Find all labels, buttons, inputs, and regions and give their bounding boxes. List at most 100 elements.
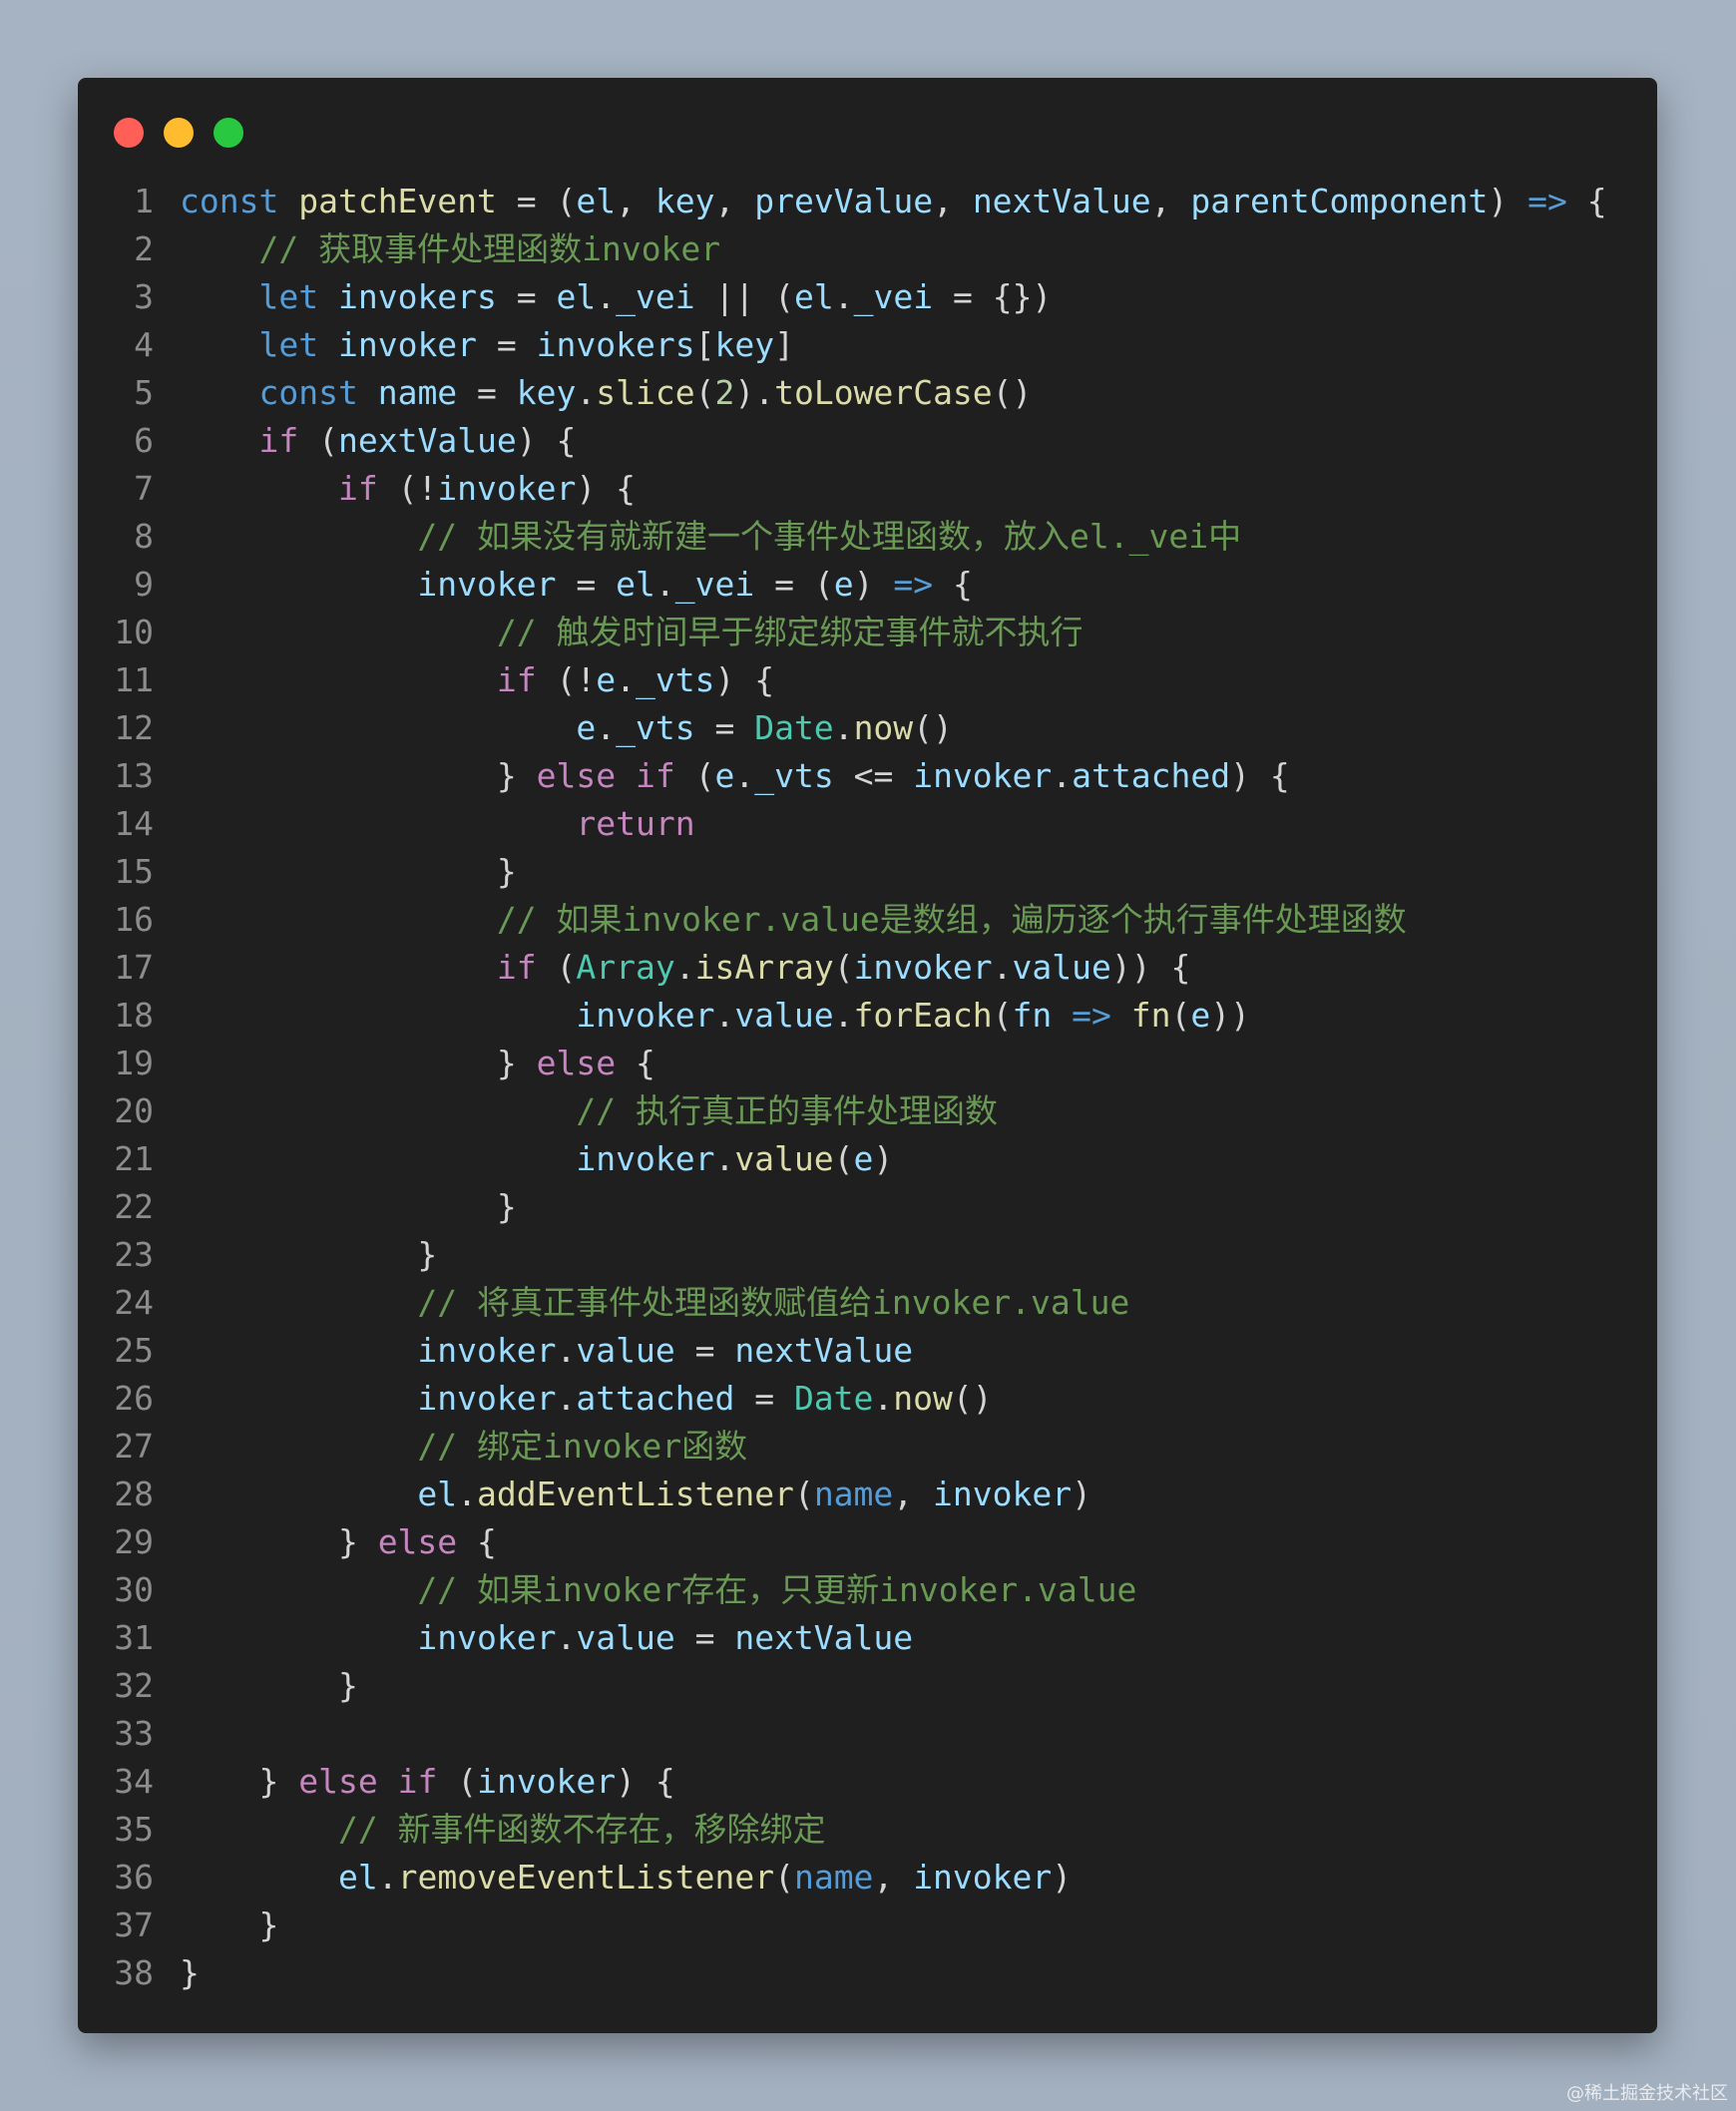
line-number: 11	[114, 660, 154, 699]
code-token: el	[616, 565, 655, 604]
code-token: .	[833, 996, 854, 1035]
code-token: e	[714, 756, 735, 795]
code-token: invokers	[337, 277, 497, 316]
code-token: el	[576, 182, 617, 220]
line-number: 16	[114, 900, 154, 939]
code-line: 36 el.removeEventListener(name, invoker)	[78, 1854, 1657, 1901]
code-token: const	[180, 182, 279, 220]
code-text: }	[180, 848, 517, 896]
close-icon[interactable]	[114, 118, 144, 148]
code-token: ()	[952, 1379, 993, 1418]
code-token: }	[180, 1762, 299, 1801]
minimize-icon[interactable]	[164, 118, 194, 148]
code-text: invoker.value = nextValue	[180, 1327, 913, 1375]
code-token: nextValue	[734, 1331, 914, 1370]
code-token: .	[833, 277, 854, 316]
code-line: 7 if (!invoker) {	[78, 465, 1657, 513]
code-token: {	[457, 1522, 497, 1561]
code-token: addEventListener	[477, 1475, 794, 1513]
code-token: )	[853, 565, 894, 604]
code-token: name	[377, 373, 458, 412]
code-token: invoker	[417, 565, 557, 604]
code-line: 27 // 绑定invoker函数	[78, 1423, 1657, 1471]
code-text: invoker.value = nextValue	[180, 1614, 913, 1662]
line-number: 32	[114, 1666, 154, 1705]
code-token: .	[714, 996, 735, 1035]
code-line: 34 } else if (invoker) {	[78, 1758, 1657, 1806]
code-comment: // 获取事件处理函数invoker	[258, 229, 721, 268]
code-token: el	[793, 277, 834, 316]
line-number: 1	[134, 182, 154, 220]
line-number: 21	[114, 1139, 154, 1178]
code-token: name	[793, 1858, 874, 1897]
code-token: ,	[873, 1858, 914, 1897]
line-number: 27	[114, 1427, 154, 1466]
code-token: (	[774, 1858, 794, 1897]
code-token: prevValue	[754, 182, 934, 220]
code-token: ,	[933, 182, 973, 220]
code-token: (	[298, 421, 338, 460]
code-token: .	[992, 948, 1013, 987]
line-number: 9	[134, 565, 154, 604]
code-token: else	[298, 1762, 378, 1801]
code-line: 35 // 新事件函数不存在，移除绑定	[78, 1806, 1657, 1854]
code-token: ) {	[576, 469, 636, 508]
code-token: )	[1072, 1475, 1091, 1513]
code-token: nextValue	[972, 182, 1151, 220]
code-token: .	[556, 1618, 577, 1657]
code-token: e	[1190, 996, 1211, 1035]
code-line: 10 // 触发时间早于绑定绑定事件就不执行	[78, 609, 1657, 656]
line-number: 38	[114, 1953, 154, 1992]
code-window: 1 const patchEvent = (el, key, prevValue,…	[78, 78, 1657, 2033]
code-token: = {})	[933, 277, 1053, 316]
line-number: 33	[114, 1714, 154, 1753]
code-token: }	[180, 1044, 537, 1082]
zoom-icon[interactable]	[214, 118, 243, 148]
code-token: value	[576, 1331, 675, 1370]
code-token: .	[734, 756, 755, 795]
code-token: value	[576, 1618, 675, 1657]
code-token: e	[853, 1139, 874, 1178]
code-token: )	[1488, 182, 1528, 220]
code-token: (	[694, 373, 715, 412]
code-token: }	[180, 1905, 279, 1944]
code-token: =	[674, 1331, 735, 1370]
code-token: }	[180, 1235, 438, 1274]
code-token: ).	[734, 373, 775, 412]
line-number: 30	[114, 1570, 154, 1609]
code-text: // 如果没有就新建一个事件处理函数，放入el._vei中	[180, 513, 1241, 561]
code-text: // 如果invoker.value是数组，遍历逐个执行事件处理函数	[180, 896, 1407, 944]
code-line: 21 invoker.value(e)	[78, 1135, 1657, 1183]
code-token: 2	[714, 373, 735, 412]
code-token: }	[180, 756, 537, 795]
code-token: }	[180, 1953, 200, 1992]
code-token: removeEventListener	[397, 1858, 775, 1897]
code-token: =>	[1072, 996, 1111, 1035]
code-token: =	[694, 708, 755, 747]
code-token: toLowerCase	[774, 373, 993, 412]
code-text: }	[180, 1183, 517, 1231]
code-line: 13 } else if (e._vts <= invoker.attached…	[78, 752, 1657, 800]
code-token: = (	[754, 565, 834, 604]
code-token: key	[654, 182, 715, 220]
code-token: if	[635, 756, 675, 795]
code-token: .	[714, 1139, 735, 1178]
code-token: invoker	[913, 756, 1053, 795]
code-token: invoker	[933, 1475, 1073, 1513]
code-token: .	[873, 1379, 894, 1418]
code-token: }	[180, 852, 517, 891]
line-number: 3	[134, 277, 154, 316]
code-token: let	[258, 325, 319, 364]
code-line: 15 }	[78, 848, 1657, 896]
code-text: let invokers = el._vei || (el._vei = {})	[180, 273, 1052, 321]
